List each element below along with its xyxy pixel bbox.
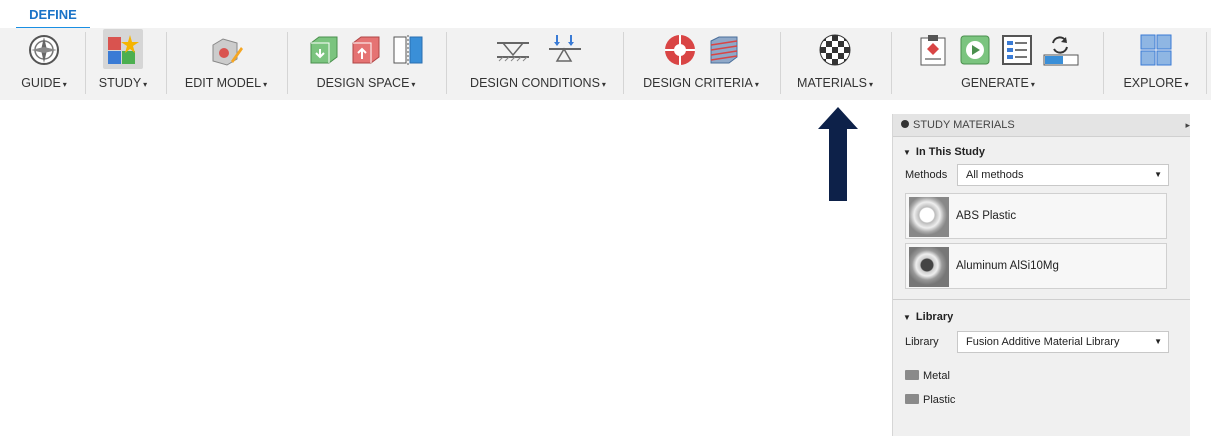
materials-group[interactable]: MATERIALS ▾ <box>788 28 882 100</box>
folder-icon <box>905 370 919 381</box>
methods-row: Methods All methods ▼ <box>893 163 1190 189</box>
job-status-icon[interactable] <box>1000 33 1034 67</box>
chevron-down-icon: ▾ <box>1030 80 1035 89</box>
dropdown-arrow-icon: ▼ <box>1154 337 1162 346</box>
edit-model-icon[interactable] <box>209 33 243 67</box>
material-name: Aluminum AlSi10Mg <box>956 260 1059 272</box>
design-conditions-label[interactable]: DESIGN CONDITIONS <box>470 76 600 90</box>
preserve-geometry-icon[interactable] <box>307 33 341 67</box>
chevron-down-icon: ▾ <box>263 80 268 89</box>
separator <box>166 32 167 94</box>
chevron-down-icon: ▾ <box>868 80 873 89</box>
tab-define[interactable]: DEFINE <box>16 6 90 30</box>
guide-group[interactable]: GUIDE ▾ <box>6 28 82 100</box>
design-criteria-group[interactable]: DESIGN CRITERIA ▾ <box>630 28 772 100</box>
generate-group[interactable]: GENERATE ▾ <box>898 28 1098 100</box>
edit-model-group[interactable]: EDIT MODEL ▾ <box>172 28 280 100</box>
chevron-down-icon: ▾ <box>1184 80 1189 89</box>
compass-icon[interactable] <box>27 33 61 67</box>
chevron-down-icon: ▾ <box>62 80 67 89</box>
library-value: Fusion Additive Material Library <box>966 336 1120 348</box>
study-group[interactable]: STUDY ▾ <box>88 28 158 100</box>
library-dropdown[interactable]: Fusion Additive Material Library ▼ <box>957 331 1169 353</box>
methods-label: Methods <box>905 169 948 181</box>
material-card[interactable]: ABS Plastic <box>905 193 1167 239</box>
dropdown-arrow-icon: ▼ <box>1154 170 1162 179</box>
library-section-header[interactable]: ▼ Library <box>893 306 1190 328</box>
expand-right-icon[interactable]: ▸ <box>1185 114 1190 136</box>
methods-value: All methods <box>966 169 1024 181</box>
separator <box>446 32 447 94</box>
in-study-title: In This Study <box>915 146 985 158</box>
separator <box>85 32 86 94</box>
symmetry-plane-icon[interactable] <box>391 33 425 67</box>
chevron-down-icon: ▾ <box>754 80 759 89</box>
methods-dropdown[interactable]: All methods ▼ <box>957 164 1169 186</box>
folder-icon <box>905 394 919 405</box>
generate-icon[interactable] <box>958 33 992 67</box>
separator <box>891 32 892 94</box>
library-folder-plastic[interactable]: Plastic <box>893 388 1190 412</box>
chevron-down-icon: ▾ <box>411 80 416 89</box>
obstacle-geometry-icon[interactable] <box>349 33 383 67</box>
explore-grid-icon[interactable] <box>1139 33 1173 67</box>
library-label: Library <box>905 336 939 348</box>
pre-check-icon[interactable] <box>916 33 950 67</box>
sync-toggle-icon[interactable] <box>1042 33 1080 67</box>
triangle-down-icon[interactable]: ▼ <box>903 313 911 322</box>
explore-group[interactable]: EXPLORE ▾ <box>1110 28 1202 100</box>
ribbon-tab-bar: DEFINE <box>0 0 1211 30</box>
manufacturing-icon[interactable] <box>705 33 739 67</box>
edit-model-label[interactable]: EDIT MODEL <box>185 76 261 90</box>
chevron-down-icon: ▾ <box>143 80 148 89</box>
study-icon[interactable] <box>106 33 140 67</box>
generate-label[interactable]: GENERATE <box>961 76 1029 90</box>
panel-header[interactable]: STUDY MATERIALS ▸ <box>893 114 1190 137</box>
objectives-icon[interactable] <box>663 33 697 67</box>
checkered-ball-icon[interactable] <box>818 33 852 67</box>
in-study-section-header[interactable]: ▼ In This Study <box>893 141 1190 163</box>
structural-load-icon[interactable] <box>547 33 583 67</box>
up-arrow-annotation <box>818 107 858 201</box>
design-space-group[interactable]: DESIGN SPACE ▾ <box>292 28 440 100</box>
collapse-icon[interactable] <box>901 120 909 129</box>
material-name: ABS Plastic <box>956 210 1017 222</box>
triangle-down-icon[interactable]: ▼ <box>903 148 911 157</box>
study-materials-panel: STUDY MATERIALS ▸ ▼ In This Study Methods… <box>892 114 1190 436</box>
separator <box>1206 32 1207 94</box>
explore-label[interactable]: EXPLORE <box>1123 76 1182 90</box>
section-divider <box>893 299 1190 300</box>
folder-name: Metal <box>923 370 950 382</box>
material-thumbnail <box>909 247 949 287</box>
design-criteria-label[interactable]: DESIGN CRITERIA <box>643 76 753 90</box>
study-label[interactable]: STUDY <box>99 76 141 90</box>
material-thumbnail <box>909 197 949 237</box>
design-space-label[interactable]: DESIGN SPACE <box>317 76 410 90</box>
separator <box>623 32 624 94</box>
structural-constraint-icon[interactable] <box>493 33 533 67</box>
separator <box>1103 32 1104 94</box>
separator <box>780 32 781 94</box>
guide-label[interactable]: GUIDE <box>21 76 61 90</box>
panel-title: STUDY MATERIALS <box>913 119 1015 131</box>
library-folder-metal[interactable]: Metal <box>893 364 1190 388</box>
design-conditions-group[interactable]: DESIGN CONDITIONS ▾ <box>458 28 618 100</box>
ribbon-toolbar: GUIDE ▾ STUDY ▾ EDIT MODEL ▾ DESIGN SPAC… <box>0 28 1211 100</box>
materials-label[interactable]: MATERIALS <box>797 76 867 90</box>
folder-name: Plastic <box>923 394 956 406</box>
chevron-down-icon: ▾ <box>601 80 606 89</box>
library-row: Library Fusion Additive Material Library… <box>893 330 1190 356</box>
material-card[interactable]: Aluminum AlSi10Mg <box>905 243 1167 289</box>
library-title: Library <box>915 311 954 323</box>
separator <box>287 32 288 94</box>
